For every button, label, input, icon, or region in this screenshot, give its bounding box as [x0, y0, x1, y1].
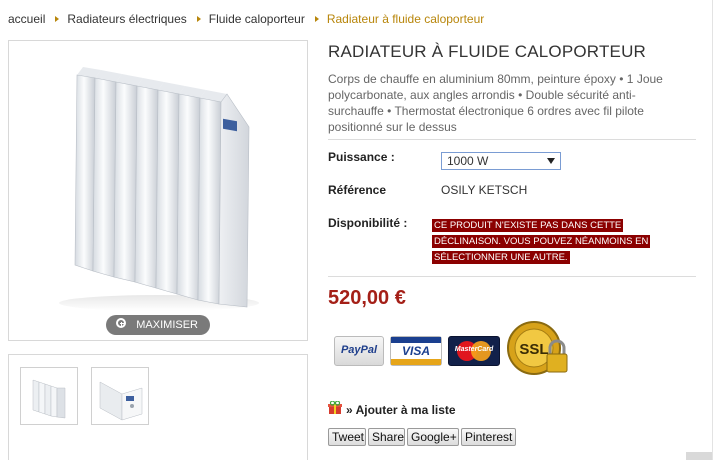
- thumbnail-detail[interactable]: [91, 367, 149, 425]
- product-main-image[interactable]: MAXIMISER: [8, 40, 308, 341]
- radiator-thumbnail-image: [32, 379, 66, 419]
- ssl-text: SSL: [519, 341, 548, 358]
- ssl-lock-icon: SSL: [507, 321, 568, 375]
- thumbnail-front[interactable]: [20, 367, 78, 425]
- product-title: RADIATEUR À FLUIDE CALOPORTEUR: [328, 42, 647, 61]
- breadcrumb-fluid[interactable]: Fluide caloporteur: [209, 12, 305, 26]
- mastercard-logo: MasterCard: [448, 336, 500, 366]
- maximize-label: MAXIMISER: [136, 319, 198, 331]
- power-select-value: 1000 W: [447, 154, 489, 168]
- google-plus-button[interactable]: Google+: [407, 428, 459, 446]
- tweet-button[interactable]: Tweet: [328, 428, 366, 446]
- breadcrumb-arrow-icon: [55, 15, 60, 22]
- visa-text: VISA: [401, 344, 430, 358]
- availability-message-text: Ce produit n'existe pas dans cette décli…: [432, 219, 651, 264]
- thermostat-thumbnail-image: [99, 381, 143, 421]
- availability-message: Ce produit n'existe pas dans cette décli…: [328, 218, 668, 266]
- breadcrumb-arrow-icon: [314, 15, 319, 22]
- scroll-corner: [686, 452, 712, 460]
- breadcrumb-home[interactable]: accueil: [8, 12, 45, 26]
- mastercard-text: MasterCard: [454, 346, 494, 353]
- share-button[interactable]: Share: [368, 428, 405, 446]
- breadcrumb: accueil Radiateurs électriques Fluide calo…: [8, 11, 484, 26]
- radiator-image: [59, 67, 259, 311]
- reference-label: Référence: [328, 183, 387, 197]
- maximize-button[interactable]: MAXIMISER: [106, 315, 210, 335]
- visa-logo: VISA: [390, 336, 442, 366]
- thumbnail-strip: [8, 354, 308, 460]
- power-label: Puissance :: [328, 150, 395, 164]
- divider: [328, 139, 696, 140]
- product-description: Corps de chauffe en aluminium 80mm, pein…: [328, 72, 663, 134]
- divider: [328, 276, 696, 277]
- zoom-in-icon: [116, 318, 126, 328]
- paypal-logo: PayPal: [334, 336, 384, 366]
- gift-icon: [328, 401, 342, 414]
- product-price: 520,00 €: [328, 287, 406, 309]
- breadcrumb-current: Radiateur à fluide caloporteur: [326, 11, 485, 26]
- power-select[interactable]: 1000 W: [441, 152, 561, 170]
- reference-value: OSILY KETSCH: [441, 183, 528, 197]
- breadcrumb-electric-radiators[interactable]: Radiateurs électriques: [67, 12, 186, 26]
- chevron-down-icon: [547, 158, 555, 164]
- pinterest-button[interactable]: Pinterest: [461, 428, 516, 446]
- paypal-text: PayPal: [340, 344, 378, 356]
- breadcrumb-arrow-icon: [196, 15, 201, 22]
- wishlist-label[interactable]: » Ajouter à ma liste: [346, 403, 456, 417]
